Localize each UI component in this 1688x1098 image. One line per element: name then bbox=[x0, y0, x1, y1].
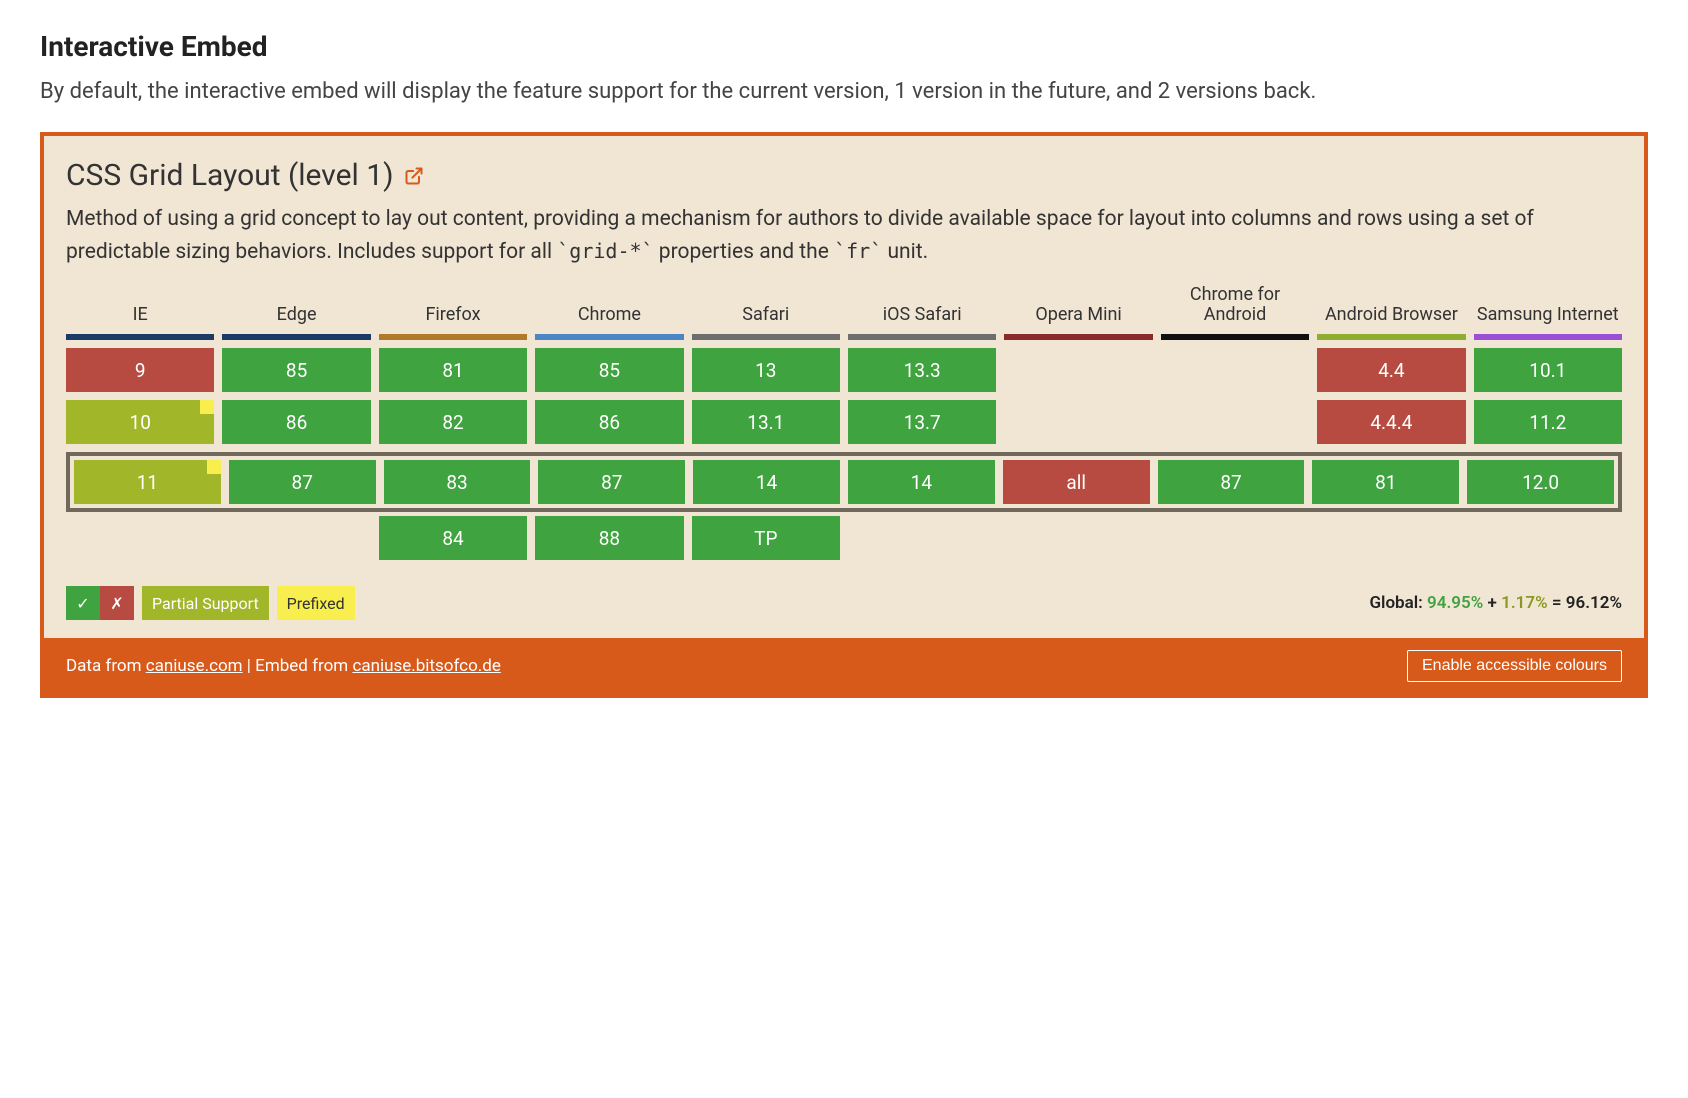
legend: ✓ ✗ Partial Support Prefixed bbox=[66, 586, 355, 620]
browser-header: Firefox bbox=[379, 282, 527, 330]
caniuse-link[interactable]: caniuse.com bbox=[146, 656, 243, 676]
external-link-icon[interactable] bbox=[404, 166, 424, 186]
support-cell[interactable]: 13.1 bbox=[692, 400, 840, 444]
browser-accent-bar bbox=[1317, 334, 1465, 340]
support-cell[interactable]: 86 bbox=[222, 400, 370, 444]
footer-credits: Data from caniuse.com | Embed from caniu… bbox=[66, 656, 501, 676]
feature-title[interactable]: CSS Grid Layout (level 1) bbox=[66, 158, 1622, 193]
support-cell[interactable]: 10 bbox=[66, 400, 214, 444]
embed-footer: Data from caniuse.com | Embed from caniu… bbox=[44, 638, 1644, 694]
browser-header: Edge bbox=[222, 282, 370, 330]
browser-accent-bar bbox=[535, 334, 683, 340]
legend-supported-icon: ✓ bbox=[66, 586, 100, 620]
feature-title-text: CSS Grid Layout (level 1) bbox=[66, 158, 394, 193]
support-cell[interactable]: 11 bbox=[74, 460, 221, 504]
current-version-row: 118783871414all878112.0 bbox=[66, 452, 1622, 512]
browser-header: Chrome for Android bbox=[1161, 282, 1309, 330]
browser-accent-bar bbox=[1161, 334, 1309, 340]
support-cell[interactable]: 87 bbox=[538, 460, 685, 504]
support-cell[interactable]: 86 bbox=[535, 400, 683, 444]
support-cell[interactable]: 9 bbox=[66, 348, 214, 392]
support-cell[interactable]: 10.1 bbox=[1474, 348, 1622, 392]
browser-accent-bar bbox=[1474, 334, 1622, 340]
support-cell[interactable]: TP bbox=[692, 516, 840, 560]
browser-accent-bar bbox=[1004, 334, 1152, 340]
browser-accent-bar bbox=[222, 334, 370, 340]
support-cell[interactable]: 82 bbox=[379, 400, 527, 444]
support-cell[interactable]: 81 bbox=[379, 348, 527, 392]
page-section-title: Interactive Embed bbox=[40, 30, 1648, 63]
support-cell[interactable]: 11.2 bbox=[1474, 400, 1622, 444]
support-cell[interactable]: 85 bbox=[535, 348, 683, 392]
support-cell[interactable]: 83 bbox=[384, 460, 531, 504]
feature-description: Method of using a grid concept to lay ou… bbox=[66, 203, 1622, 268]
prefixed-indicator bbox=[207, 460, 221, 474]
legend-unsupported-icon: ✗ bbox=[100, 586, 134, 620]
support-cell[interactable]: 4.4.4 bbox=[1317, 400, 1465, 444]
browser-header: iOS Safari bbox=[848, 282, 996, 330]
prefixed-indicator bbox=[200, 400, 214, 414]
bitsofcode-link[interactable]: caniuse.bitsofco.de bbox=[352, 656, 500, 676]
browser-accent-bar bbox=[692, 334, 840, 340]
accessible-colours-button[interactable]: Enable accessible colours bbox=[1407, 650, 1622, 682]
support-cell[interactable]: 85 bbox=[222, 348, 370, 392]
browser-header: Opera Mini bbox=[1004, 282, 1152, 330]
legend-partial: Partial Support bbox=[142, 586, 269, 620]
browser-accent-bar bbox=[66, 334, 214, 340]
browser-header: Chrome bbox=[535, 282, 683, 330]
support-cell[interactable]: 87 bbox=[229, 460, 376, 504]
browser-header: Samsung Internet bbox=[1474, 282, 1622, 330]
support-cell[interactable]: 13.3 bbox=[848, 348, 996, 392]
support-cell[interactable]: 14 bbox=[693, 460, 840, 504]
browser-header: Safari bbox=[692, 282, 840, 330]
support-cell[interactable]: 13.7 bbox=[848, 400, 996, 444]
browser-header: IE bbox=[66, 282, 214, 330]
legend-prefixed: Prefixed bbox=[277, 586, 355, 620]
browser-accent-bar bbox=[848, 334, 996, 340]
caniuse-embed: CSS Grid Layout (level 1) Method of usin… bbox=[40, 132, 1648, 698]
support-cell[interactable]: 4.4 bbox=[1317, 348, 1465, 392]
support-cell[interactable]: 87 bbox=[1158, 460, 1305, 504]
support-cell[interactable]: 81 bbox=[1312, 460, 1459, 504]
support-cell[interactable]: all bbox=[1003, 460, 1150, 504]
support-cell[interactable]: 84 bbox=[379, 516, 527, 560]
browser-accent-bar bbox=[379, 334, 527, 340]
global-stats: Global: 94.95% + 1.17% = 96.12% bbox=[1369, 593, 1622, 613]
support-cell[interactable]: 13 bbox=[692, 348, 840, 392]
browser-header: Android Browser bbox=[1317, 282, 1465, 330]
support-cell[interactable]: 12.0 bbox=[1467, 460, 1614, 504]
support-cell[interactable]: 88 bbox=[535, 516, 683, 560]
support-cell[interactable]: 14 bbox=[848, 460, 995, 504]
page-section-desc: By default, the interactive embed will d… bbox=[40, 75, 1648, 108]
